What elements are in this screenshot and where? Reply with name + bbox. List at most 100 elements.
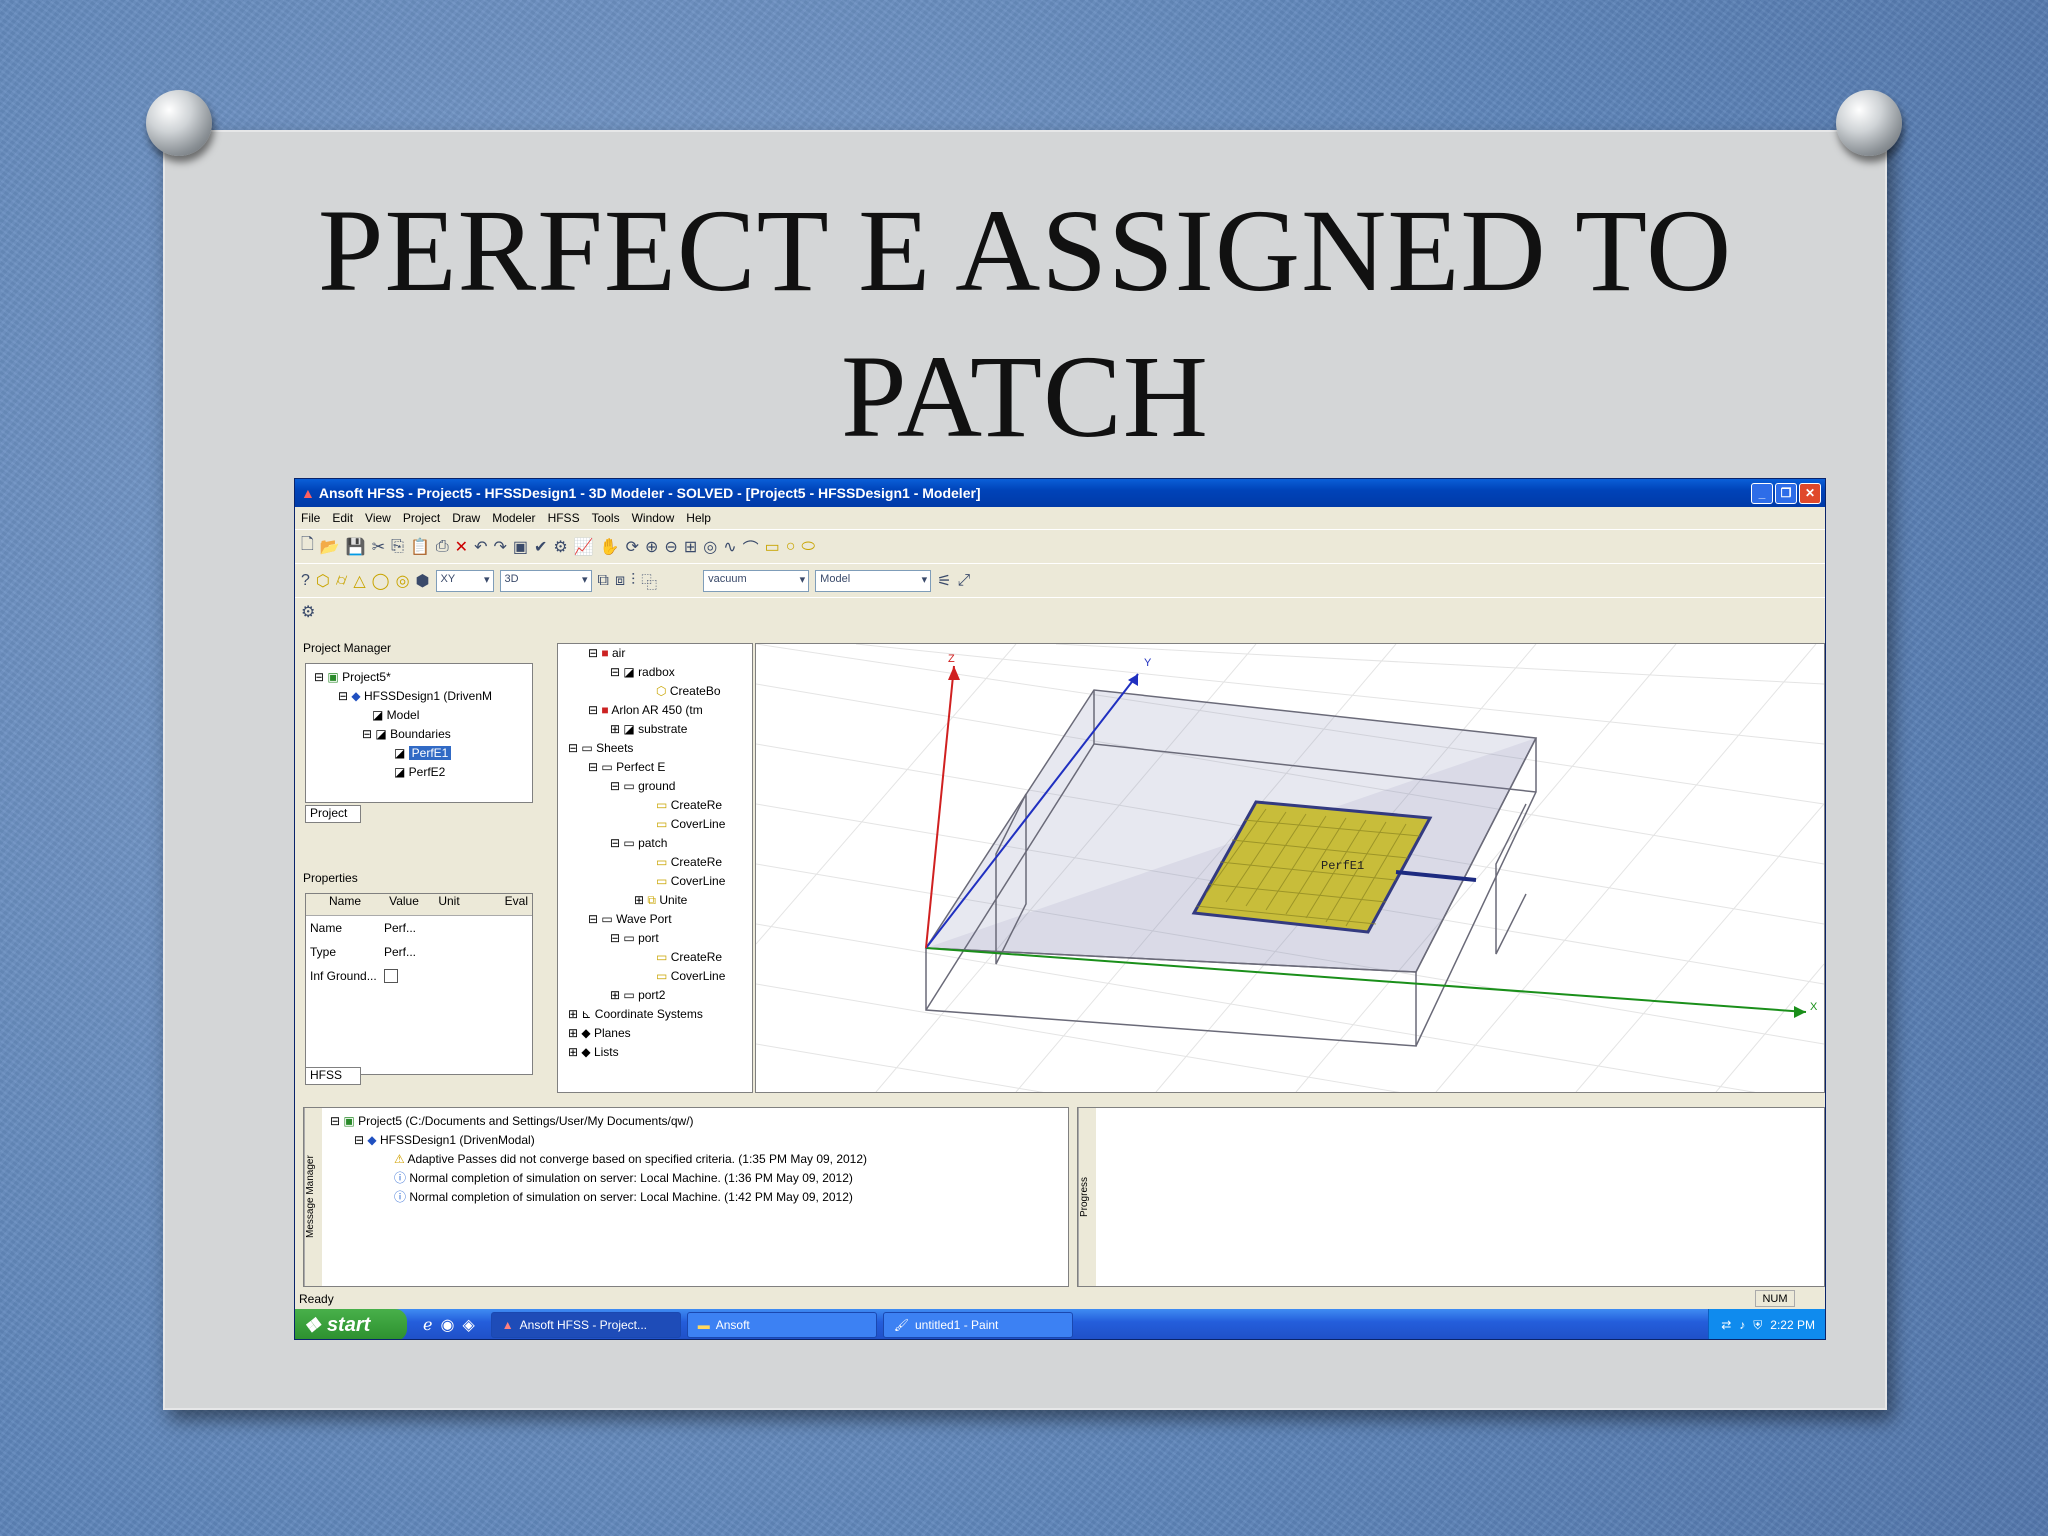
results-icon[interactable]: 📈 (574, 537, 594, 557)
tree-coordinate-systems[interactable]: ⊞ ⊾ Coordinate Systems (564, 1005, 752, 1024)
tree-project[interactable]: ⊟ ▣ Project5* (314, 668, 532, 687)
tree-sheets[interactable]: ⊟ ▭ Sheets (564, 739, 752, 758)
zoom-in-icon[interactable]: ⊕ (645, 537, 658, 557)
menu-tools[interactable]: Tools (592, 511, 620, 525)
inf-ground-checkbox[interactable] (384, 969, 398, 983)
sphere-icon[interactable]: ◯ (372, 571, 390, 591)
3d-viewport[interactable]: PerfE1 X Y Z (755, 643, 1825, 1225)
mirror-icon[interactable]: ⫶ (631, 572, 635, 590)
tree-patch[interactable]: ⊟ ▭ patch (564, 834, 752, 853)
tree-design[interactable]: ⊟ ◆ HFSSDesign1 (DrivenM (314, 687, 532, 706)
menu-file[interactable]: File (301, 511, 320, 525)
snap-icon[interactable]: ⚟ (937, 571, 951, 591)
duplicate-icon[interactable]: ⿻ (641, 569, 657, 593)
tree-patch-coverlines[interactable]: ▭ CoverLine (564, 872, 752, 891)
torus-icon[interactable]: ◎ (396, 571, 410, 591)
task-ansoft-folder[interactable]: ▬ Ansoft (686, 1312, 877, 1338)
line-draw-icon[interactable]: ∿ (723, 537, 736, 557)
measure-icon[interactable]: ⤢ (958, 572, 971, 590)
tree-arlon[interactable]: ⊟ ■ Arlon AR 450 (tm (564, 701, 752, 720)
tray-volume-icon[interactable]: ♪ (1739, 1318, 1745, 1332)
menu-view[interactable]: View (365, 511, 391, 525)
rectangle-icon[interactable]: ▭ (765, 537, 780, 557)
tree-ground[interactable]: ⊟ ▭ ground (564, 777, 752, 796)
tree-boundaries[interactable]: ⊟ ◪ Boundaries (314, 725, 532, 744)
help-icon[interactable]: ? (301, 572, 310, 590)
circle-icon[interactable]: ○ (786, 538, 796, 556)
tree-perfe1[interactable]: ◪ PerfE1 (314, 744, 532, 763)
tree-unite[interactable]: ⊞ ⧉ Unite (564, 891, 752, 910)
polyhedron-icon[interactable]: ⬢ (416, 571, 430, 591)
tray-shield-icon[interactable]: ⛨ (1753, 1318, 1762, 1333)
firefox-icon[interactable]: ◉ (440, 1315, 454, 1335)
tree-radbox[interactable]: ⊟ ◪ radbox (564, 663, 752, 682)
rotate-icon[interactable]: ⟳ (626, 537, 639, 557)
maximize-button[interactable]: ❐ (1775, 482, 1797, 504)
print-icon[interactable]: ⎙ (436, 538, 449, 556)
menu-project[interactable]: Project (403, 511, 440, 525)
new-file-icon[interactable]: 🗋 (301, 533, 314, 560)
zoom-out-icon[interactable]: ⊖ (664, 537, 677, 557)
project-manager-header: Project Manager (299, 641, 485, 659)
delete-icon[interactable]: ✕ (455, 537, 468, 557)
tree-port-coverlines[interactable]: ▭ CoverLine (564, 967, 752, 986)
tree-port2[interactable]: ⊞ ▭ port2 (564, 986, 752, 1005)
select-icon[interactable]: ▣ (513, 537, 528, 557)
mode-select[interactable]: 3D (499, 569, 592, 592)
pan-icon[interactable]: ✋ (600, 537, 620, 557)
tray-network-icon[interactable]: ⇄ (1721, 1318, 1731, 1332)
menu-hfss[interactable]: HFSS (548, 511, 580, 525)
redo-icon[interactable]: ↷ (493, 537, 506, 557)
tree-substrate[interactable]: ⊞ ◪ substrate (564, 720, 752, 739)
menu-draw[interactable]: Draw (452, 511, 480, 525)
box-icon[interactable]: ⬡ (316, 571, 330, 591)
close-button[interactable]: ✕ (1799, 482, 1821, 504)
view-icon[interactable]: ◎ (703, 537, 717, 557)
boolean-unite-icon[interactable]: ⧉ (598, 572, 609, 590)
tree-patch-createrect[interactable]: ▭ CreateRe (564, 853, 752, 872)
plane-select[interactable]: XY (435, 569, 494, 592)
clock: 2:22 PM (1770, 1318, 1815, 1332)
undo-icon[interactable]: ↶ (474, 537, 487, 557)
task-paint[interactable]: 🖌 untitled1 - Paint (882, 1312, 1073, 1338)
menu-edit[interactable]: Edit (332, 511, 353, 525)
ellipse-icon[interactable]: ⬭ (801, 538, 815, 556)
tree-model[interactable]: ◪ Model (314, 706, 532, 725)
analyze-icon[interactable]: ⚙ (553, 537, 567, 557)
tree-port-createrect[interactable]: ▭ CreateRe (564, 948, 752, 967)
tree-ground-coverlines[interactable]: ▭ CoverLine (564, 815, 752, 834)
hfss-settings-icon[interactable]: ⚙ (301, 602, 315, 622)
menu-help[interactable]: Help (686, 511, 711, 525)
tree-wave-port[interactable]: ⊟ ▭ Wave Port (564, 910, 752, 929)
material-select[interactable]: vacuum (703, 569, 810, 592)
cut-icon[interactable]: ✂ (372, 537, 385, 557)
open-icon[interactable]: 📂 (320, 537, 340, 557)
minimize-button[interactable]: _ (1751, 482, 1773, 504)
tree-air[interactable]: ⊟ ■ air (564, 644, 752, 663)
fit-all-icon[interactable]: ⊞ (684, 537, 697, 557)
start-button[interactable]: ❖ start (295, 1309, 407, 1339)
tab-hfss[interactable]: HFSS (305, 1067, 361, 1085)
media-icon[interactable]: ◈ (462, 1315, 474, 1335)
tree-createbox[interactable]: ⬡ CreateBo (564, 682, 752, 701)
tree-planes[interactable]: ⊞ ◆ Planes (564, 1024, 752, 1043)
tab-project[interactable]: Project (305, 805, 361, 823)
copy-icon[interactable]: ⎘ (391, 538, 404, 556)
validate-icon[interactable]: ✔ (534, 537, 547, 557)
tree-perfe2[interactable]: ◪ PerfE2 (314, 763, 532, 782)
model-select[interactable]: Model (815, 569, 932, 592)
menu-window[interactable]: Window (632, 511, 675, 525)
task-ansoft-hfss[interactable]: ▲ Ansoft HFSS - Project... (490, 1312, 681, 1338)
tree-lists[interactable]: ⊞ ◆ Lists (564, 1043, 752, 1062)
arc-icon[interactable]: ⌒ (743, 535, 759, 559)
paste-icon[interactable]: 📋 (410, 537, 430, 557)
cone-icon[interactable]: △ (353, 571, 365, 591)
boolean-subtract-icon[interactable]: ⧈ (615, 572, 625, 590)
cylinder-icon[interactable]: ⌭ (336, 572, 347, 590)
save-icon[interactable]: 💾 (346, 537, 366, 557)
tree-port[interactable]: ⊟ ▭ port (564, 929, 752, 948)
ie-icon[interactable]: ℯ (423, 1315, 432, 1335)
tree-perfect-e[interactable]: ⊟ ▭ Perfect E (564, 758, 752, 777)
tree-ground-createrect[interactable]: ▭ CreateRe (564, 796, 752, 815)
menu-modeler[interactable]: Modeler (492, 511, 535, 525)
